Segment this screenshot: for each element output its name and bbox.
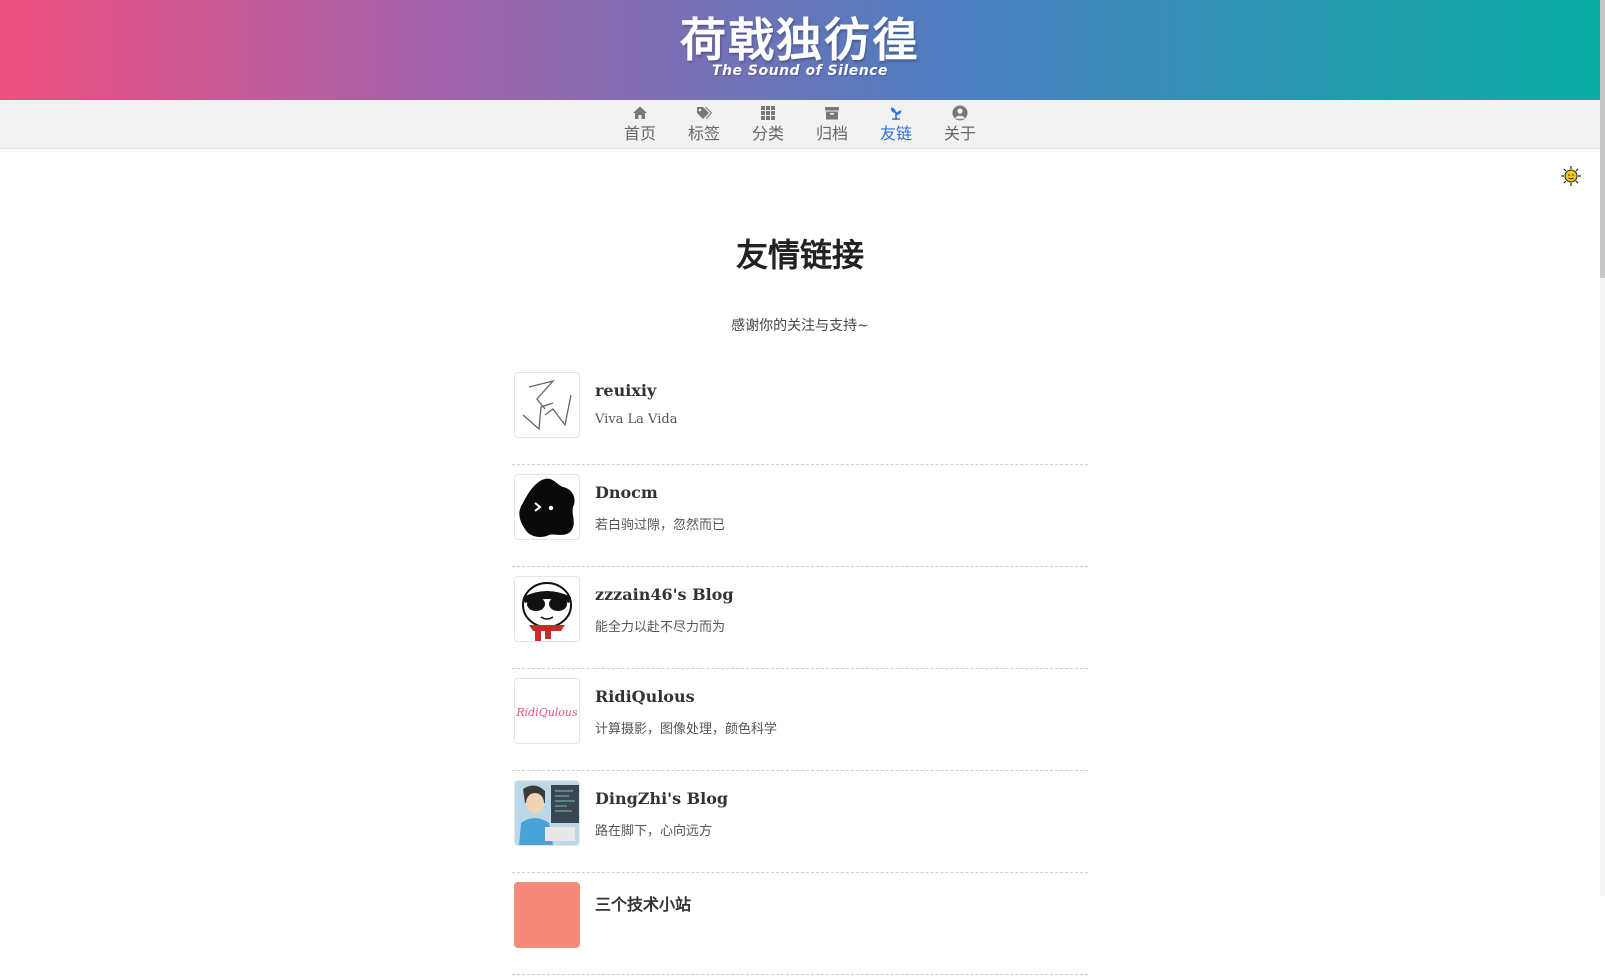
page-subtitle: 感谢你的关注与支持~: [731, 318, 869, 334]
avatar: [514, 576, 580, 642]
nav-label: 分类: [751, 124, 784, 143]
user-circle-icon: [952, 105, 968, 121]
friend-link-item[interactable]: 三个技术小站: [512, 874, 1088, 975]
svg-text:RidiQulous: RidiQulous: [515, 706, 578, 719]
friend-link-name: Dnocm: [595, 483, 658, 502]
friend-links-list: reuixiy Viva La Vida Dnocm 若白驹过隙，忽然而已 zz…: [512, 364, 1088, 976]
tags-icon: [697, 107, 712, 119]
friend-link-desc: 能全力以赴不尽力而为: [595, 620, 726, 635]
developer-cartoon-icon: [515, 781, 579, 845]
friend-link-item[interactable]: DingZhi's Blog 路在脚下，心向远方: [512, 772, 1088, 873]
sprout-icon: [890, 107, 902, 120]
nav-item-home[interactable]: 首页: [608, 100, 672, 148]
friend-link-desc: 若白驹过隙，忽然而已: [595, 518, 726, 533]
nav-item-archive[interactable]: 归档: [800, 100, 864, 148]
home-icon: [633, 106, 647, 119]
site-logo-subtitle: The Sound of Silence: [712, 63, 888, 79]
friend-link-desc: 路在脚下，心向远方: [595, 824, 713, 839]
triskelion-line-icon: [522, 379, 572, 431]
nav-label: 友链: [879, 124, 912, 143]
friend-link-name: zzzain46's Blog: [595, 585, 734, 604]
avatar: [514, 474, 580, 540]
nav-label: 首页: [623, 124, 656, 143]
black-blob-face-icon: [519, 478, 575, 537]
sunglasses-face-icon: [522, 582, 572, 641]
nav-label: 归档: [815, 124, 848, 143]
friend-link-item[interactable]: RidiQulous RidiQulous 计算摄影，图像处理，颜色科学: [512, 670, 1088, 771]
friend-link-item[interactable]: zzzain46's Blog 能全力以赴不尽力而为: [512, 568, 1088, 669]
friend-link-name: 三个技术小站: [595, 895, 692, 914]
scrollbar-thumb[interactable]: [1600, 0, 1605, 278]
sun-icon[interactable]: [1560, 165, 1582, 187]
main-nav: 首页 标签 分类 归档 友链 关于: [0, 100, 1600, 149]
friend-link-name: reuixiy: [595, 381, 657, 400]
page-title: 友情链接: [735, 236, 864, 274]
salmon-square-icon: [515, 883, 579, 947]
nav-item-categories[interactable]: 分类: [736, 100, 800, 148]
nav-item-tags[interactable]: 标签: [672, 100, 736, 148]
ridiqulous-script-logo: RidiQulous: [515, 706, 578, 719]
nav-label: 标签: [687, 124, 720, 143]
header-banner: 荷戟独彷徨 The Sound of Silence: [0, 0, 1600, 100]
nav-item-friends[interactable]: 友链: [864, 100, 928, 148]
friend-link-desc: 计算摄影，图像处理，颜色科学: [595, 722, 778, 737]
avatar: RidiQulous: [514, 678, 580, 744]
avatar: [514, 882, 580, 948]
friend-link-item[interactable]: Dnocm 若白驹过隙，忽然而已: [512, 466, 1088, 567]
friend-link-name: RidiQulous: [595, 687, 695, 706]
avatar: [514, 372, 580, 438]
archive-icon: [825, 107, 839, 120]
friend-link-desc: Viva La Vida: [595, 412, 678, 427]
friend-link-name: DingZhi's Blog: [595, 789, 729, 808]
nav-item-about[interactable]: 关于: [928, 100, 992, 148]
site-logo[interactable]: 荷戟独彷徨: [0, 14, 1600, 66]
friend-link-item[interactable]: reuixiy Viva La Vida: [512, 364, 1088, 465]
nav-label: 关于: [943, 124, 976, 143]
avatar: [514, 780, 580, 846]
grid-icon: [761, 106, 775, 120]
